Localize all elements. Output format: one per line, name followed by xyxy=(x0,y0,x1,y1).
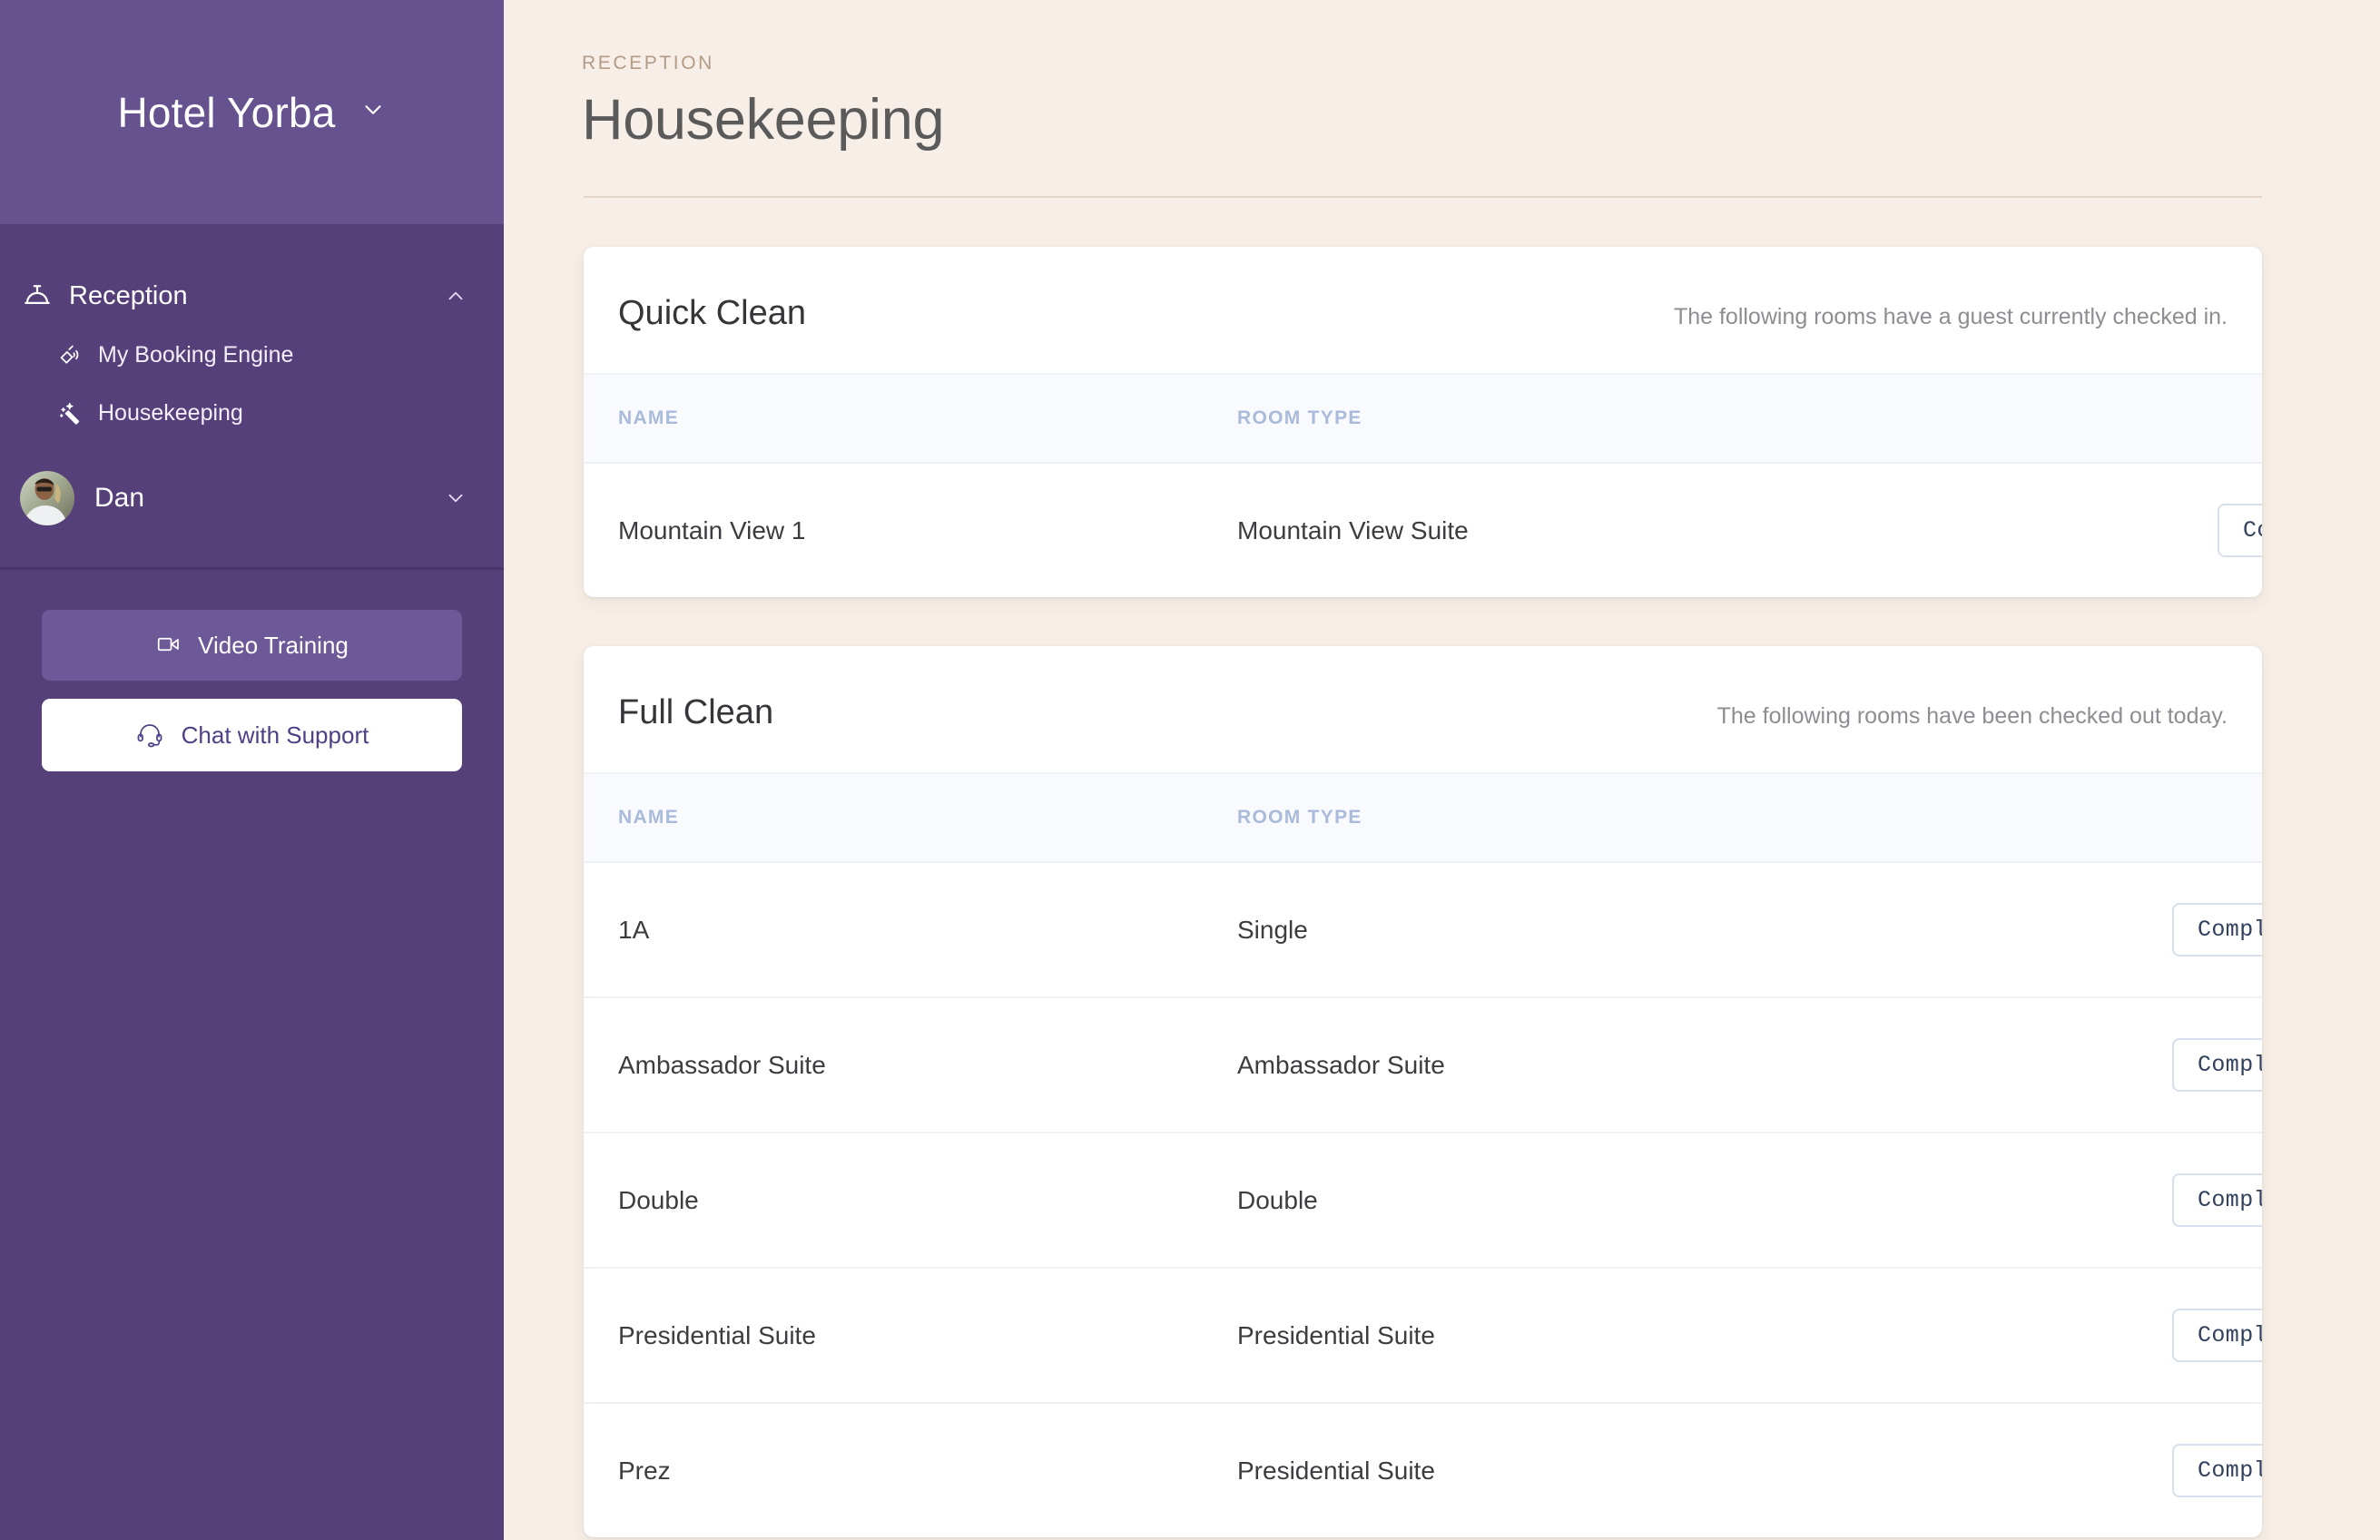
column-header-action xyxy=(2172,772,2262,863)
full-clean-title: Full Clean xyxy=(618,693,774,731)
video-camera-icon xyxy=(155,631,182,661)
table-row: Double Double Complete xyxy=(584,1133,2262,1269)
sidebar-user-menu[interactable]: Dan xyxy=(0,460,504,536)
sidebar-item-my-booking-engine[interactable]: My Booking Engine xyxy=(0,326,504,384)
brand-selector[interactable]: Hotel Yorba xyxy=(0,0,504,224)
chevron-down-icon[interactable] xyxy=(359,96,387,128)
chevron-up-icon[interactable] xyxy=(444,284,467,308)
column-header-name: NAME xyxy=(584,373,1237,464)
table-header-row: NAME ROOM TYPE xyxy=(584,373,2262,464)
column-header-room-type: ROOM TYPE xyxy=(1237,772,2172,863)
table-row: Presidential Suite Presidential Suite Co… xyxy=(584,1268,2262,1404)
brand-name: Hotel Yorba xyxy=(117,88,336,136)
quick-clean-title: Quick Clean xyxy=(618,294,806,332)
page-header: RECEPTION Housekeeping xyxy=(531,0,2262,152)
table-row: Prez Presidential Suite Complete xyxy=(584,1403,2262,1537)
quick-clean-card: Quick Clean The following rooms have a g… xyxy=(584,247,2262,597)
sidebar-item-my-booking-engine-label: My Booking Engine xyxy=(98,341,294,368)
cell-room-name: Presidential Suite xyxy=(584,1268,1237,1404)
cell-room-name: Double xyxy=(584,1133,1237,1269)
cell-action: Complete xyxy=(2218,463,2262,597)
sidebar: Hotel Yorba Reception My Booking Engine … xyxy=(0,0,504,1540)
quick-clean-table-head: NAME ROOM TYPE xyxy=(584,373,2262,464)
complete-button[interactable]: Complete xyxy=(2218,504,2262,557)
cell-room-name: Mountain View 1 xyxy=(618,515,806,544)
sidebar-nav: Reception My Booking Engine Housekeeping… xyxy=(0,224,504,536)
cell-action: Complete xyxy=(2172,862,2262,998)
quick-clean-card-header: Quick Clean The following rooms have a g… xyxy=(584,247,2262,373)
cell-room-type: Presidential Suite xyxy=(1237,1268,2172,1404)
chevron-down-icon[interactable] xyxy=(444,486,467,510)
cell-action: Complete xyxy=(2172,1268,2262,1404)
full-clean-card: Full Clean The following rooms have been… xyxy=(584,646,2262,1537)
sidebar-user-name: Dan xyxy=(94,483,145,513)
satellite-dish-icon xyxy=(56,341,98,368)
video-training-label: Video Training xyxy=(198,631,349,659)
avatar xyxy=(20,471,74,525)
main-content: RECEPTION Housekeeping Quick Clean The f… xyxy=(504,0,2380,1540)
table-row: 1A Single Complete xyxy=(584,862,2262,998)
header-divider xyxy=(584,196,2262,198)
sidebar-actions: Video Training Chat with Support xyxy=(0,570,504,771)
column-header-name: NAME xyxy=(584,772,1237,863)
full-clean-table-body: 1A Single Complete Ambassador Suite Amba… xyxy=(584,862,2262,1537)
cell-room-name: Ambassador Suite xyxy=(584,997,1237,1133)
breadcrumb: RECEPTION xyxy=(582,53,714,74)
complete-button[interactable]: Complete xyxy=(2172,1309,2262,1362)
complete-button[interactable]: Complete xyxy=(2172,1173,2262,1227)
cell-room-type: Single xyxy=(1237,862,2172,998)
column-header-room-type: ROOM TYPE xyxy=(1237,373,2218,464)
complete-button[interactable]: Complete xyxy=(2172,903,2262,956)
full-clean-card-header: Full Clean The following rooms have been… xyxy=(584,646,2262,772)
cell-room-type: Double xyxy=(1237,1133,2172,1269)
full-clean-table: NAME ROOM TYPE 1A Single Complete Amb xyxy=(584,772,2262,1537)
table-row: Mountain View 1 Mountain View Suite Comp… xyxy=(584,463,2262,597)
quick-clean-subtitle: The following rooms have a guest current… xyxy=(1673,304,2228,329)
cell-room-type: Ambassador Suite xyxy=(1237,997,2172,1133)
sidebar-item-housekeeping-label: Housekeeping xyxy=(98,399,243,426)
cell-room-type: Mountain View Suite xyxy=(1237,515,1469,544)
sidebar-item-housekeeping[interactable]: Housekeeping xyxy=(0,384,504,442)
full-clean-table-head: NAME ROOM TYPE xyxy=(584,772,2262,863)
quick-clean-table-body: Mountain View 1 Mountain View Suite Comp… xyxy=(584,463,2262,597)
cell-action: Complete xyxy=(2172,997,2262,1133)
quick-clean-table: NAME ROOM TYPE Mountain View 1 Mountain … xyxy=(584,373,2262,597)
complete-button[interactable]: Complete xyxy=(2172,1038,2262,1092)
video-training-button[interactable]: Video Training xyxy=(42,610,462,681)
full-clean-subtitle: The following rooms have been checked ou… xyxy=(1716,703,2228,729)
table-header-row: NAME ROOM TYPE xyxy=(584,772,2262,863)
page-title: Housekeeping xyxy=(582,88,945,152)
chat-with-support-button[interactable]: Chat with Support xyxy=(42,699,462,771)
cell-action: Complete xyxy=(2172,1133,2262,1269)
cell-action: Complete xyxy=(2172,1403,2262,1537)
sidebar-item-reception[interactable]: Reception xyxy=(0,266,504,326)
table-row: Ambassador Suite Ambassador Suite Comple… xyxy=(584,997,2262,1133)
cell-room-type: Presidential Suite xyxy=(1237,1456,1435,1485)
magic-wand-icon xyxy=(56,399,98,427)
sidebar-item-reception-label: Reception xyxy=(69,280,188,310)
service-bell-icon xyxy=(20,279,69,313)
headset-icon xyxy=(135,720,164,751)
complete-button[interactable]: Complete xyxy=(2172,1444,2262,1497)
chat-with-support-label: Chat with Support xyxy=(181,721,369,749)
app-root: Hotel Yorba Reception My Booking Engine … xyxy=(0,0,2380,1540)
cell-room-name: 1A xyxy=(584,862,1237,998)
cell-room-name: Prez xyxy=(618,1456,671,1485)
column-header-action xyxy=(2218,373,2262,464)
